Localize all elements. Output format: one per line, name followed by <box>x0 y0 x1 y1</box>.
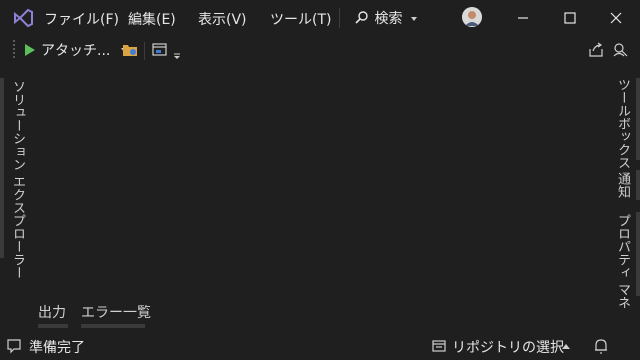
search-label: 検索 <box>374 11 403 27</box>
output-label: 出力 <box>38 305 66 321</box>
status-ready: 準備完了 <box>29 340 85 356</box>
minimize-icon <box>518 17 528 19</box>
left-dock: ソリューション エクスプローラー <box>0 78 25 279</box>
attach-button[interactable]: アタッチ... <box>25 40 127 60</box>
folder-icon[interactable] <box>121 41 139 59</box>
status-bar: 準備完了 リポジトリの選択 <box>0 332 640 360</box>
right-dock: ツールボックス 通知 プロパティ マネ <box>610 78 640 309</box>
search-button[interactable]: 検索 <box>354 8 417 28</box>
properties-tab[interactable]: プロパティ マネ <box>613 214 632 309</box>
window-icon[interactable] <box>151 41 169 59</box>
chevron-up-icon[interactable] <box>562 344 570 349</box>
bell-icon[interactable] <box>593 337 609 355</box>
error-list-tab-indicator <box>81 324 145 328</box>
toolbar: アタッチ... <box>0 36 640 64</box>
repo-select-button[interactable]: リポジトリの選択 <box>452 337 564 357</box>
error-list-label: エラー一覧 <box>81 305 151 321</box>
notifications-tab[interactable]: 通知 <box>613 172 632 198</box>
maximize-button[interactable] <box>555 6 585 30</box>
toolbox-bar[interactable] <box>636 78 640 160</box>
solution-explorer-tab[interactable]: ソリューション エクスプローラー <box>8 80 27 279</box>
search-icon <box>355 11 368 24</box>
repo-icon <box>432 340 446 352</box>
play-icon <box>25 44 35 56</box>
output-tab-indicator <box>38 324 68 328</box>
share-icon[interactable] <box>587 41 605 59</box>
toolbar-grip[interactable] <box>13 40 15 60</box>
feedback-icon[interactable] <box>611 41 629 59</box>
menu-separator <box>339 8 340 28</box>
left-dock-bar[interactable] <box>0 78 4 258</box>
menu-view[interactable]: 表示(V) <box>198 9 247 29</box>
notifications-bar[interactable] <box>636 170 640 200</box>
properties-bar[interactable] <box>636 212 640 296</box>
minimize-button[interactable] <box>508 6 538 30</box>
menu-tools[interactable]: ツール(T) <box>270 9 331 29</box>
menu-file[interactable]: ファイル(F) <box>44 9 119 29</box>
toolbar-separator <box>144 42 145 60</box>
maximize-icon <box>564 12 576 24</box>
vs-logo-icon[interactable] <box>12 8 34 28</box>
output-tab[interactable]: 出力 <box>38 302 68 328</box>
attach-label: アタッチ... <box>41 43 111 59</box>
status-window-icon[interactable] <box>6 338 22 354</box>
toolbox-tab[interactable]: ツールボックス <box>613 78 632 169</box>
error-list-tab[interactable]: エラー一覧 <box>81 302 151 328</box>
avatar[interactable] <box>462 7 482 27</box>
close-button[interactable] <box>601 6 631 30</box>
chevron-down-icon <box>410 17 417 21</box>
close-icon <box>610 12 622 24</box>
menu-edit[interactable]: 編集(E) <box>128 9 176 29</box>
title-bar: ファイル(F) 編集(E) 表示(V) ツール(T) 検索 <box>0 0 640 36</box>
toolbar-overflow-icon[interactable] <box>173 53 181 59</box>
